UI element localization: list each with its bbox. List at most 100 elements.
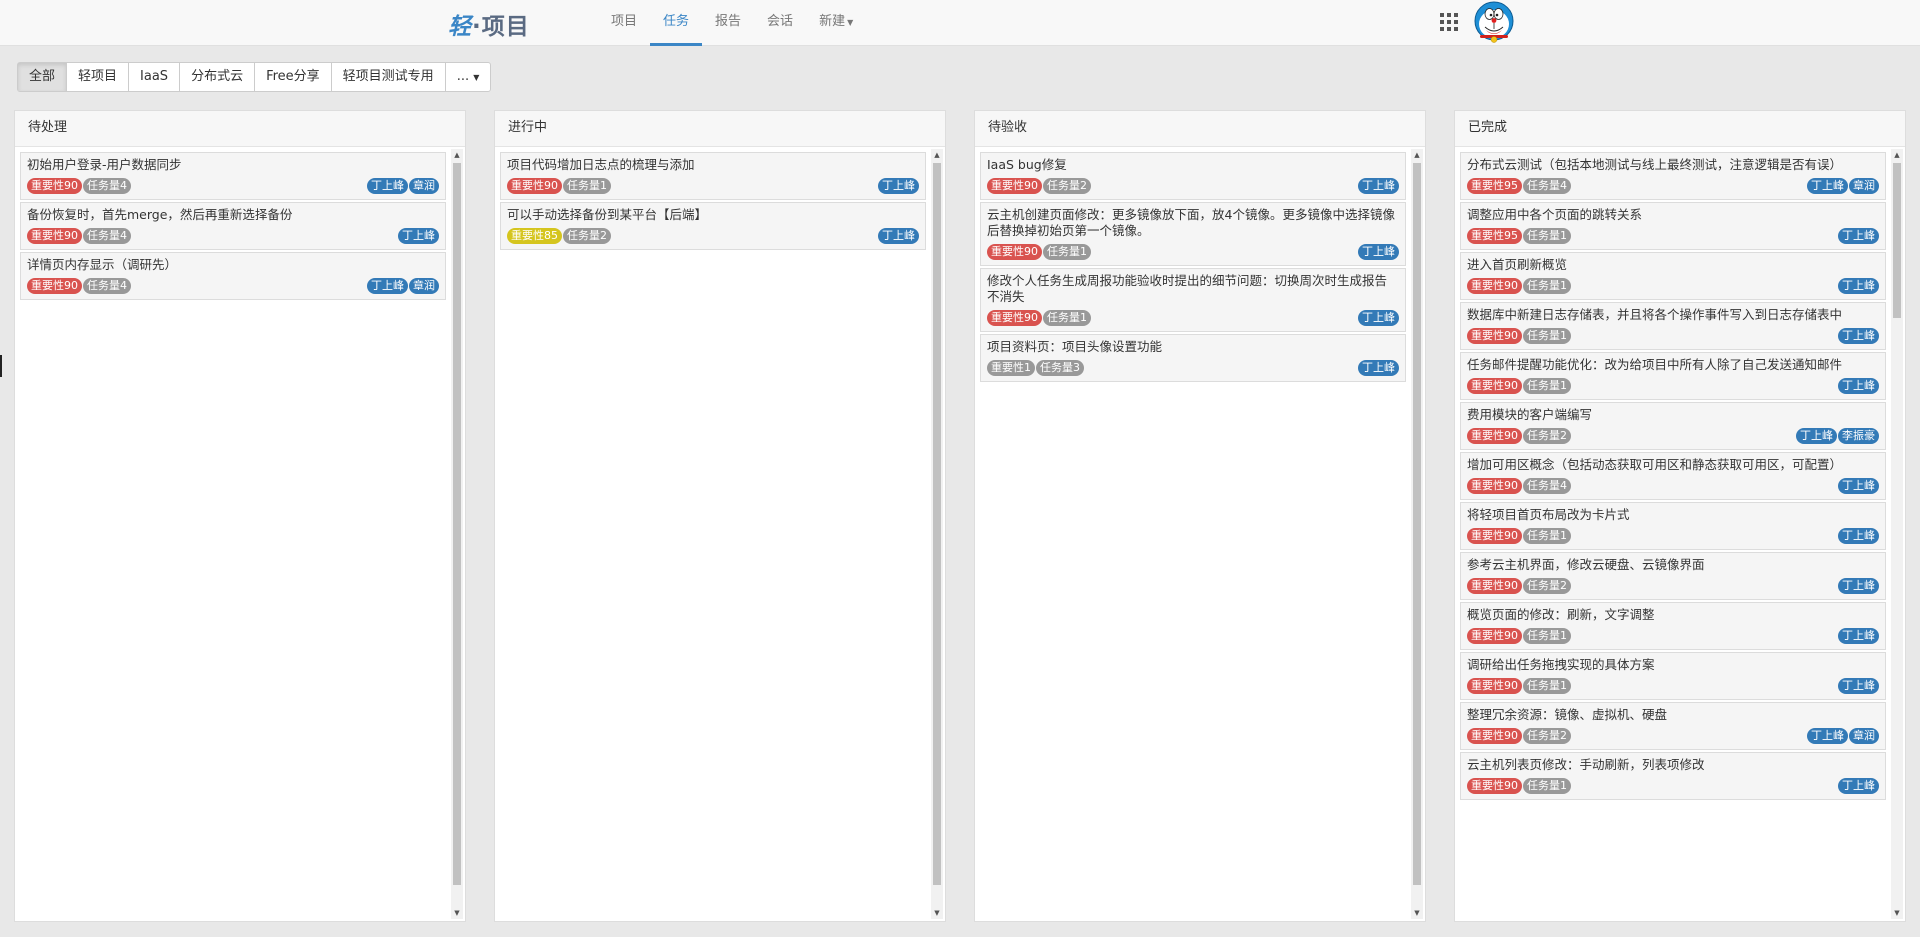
- task-title[interactable]: IaaS bug修复: [987, 157, 1399, 178]
- grid-apps-icon[interactable]: [1440, 13, 1458, 31]
- nav-sessions[interactable]: 会话: [754, 0, 806, 46]
- task-card[interactable]: 分布式云测试（包括本地测试与线上最终测试，注意逻辑是否有误） 重要性95 任务量4 丁…: [1460, 152, 1886, 200]
- assignee-badge[interactable]: 丁上峰: [367, 178, 408, 194]
- scroll-down-arrow-icon[interactable]: ▼: [1411, 907, 1423, 919]
- task-card[interactable]: 项目代码增加日志点的梳理与添加 重要性90 任务量1 丁上峰: [500, 152, 926, 200]
- assignee-badge[interactable]: 章润: [409, 278, 439, 294]
- filter-all[interactable]: 全部: [18, 63, 68, 91]
- assignee-badge[interactable]: 丁上峰: [1838, 528, 1879, 544]
- task-card[interactable]: 云主机创建页面修改：更多镜像放下面，放4个镜像。更多镜像中选择镜像后替换掉初始页…: [980, 202, 1406, 266]
- assignee-badge[interactable]: 丁上峰: [1358, 178, 1399, 194]
- task-title[interactable]: 初始用户登录-用户数据同步: [27, 157, 439, 178]
- scroll-thumb[interactable]: [1413, 163, 1421, 885]
- filter-free-share[interactable]: Free分享: [255, 63, 332, 91]
- assignee-badge[interactable]: 章润: [1849, 728, 1879, 744]
- task-title[interactable]: 详情页内存显示（调研先）: [27, 257, 439, 278]
- task-title[interactable]: 进入首页刷新概览: [1467, 257, 1879, 278]
- assignee-badge[interactable]: 丁上峰: [1807, 728, 1848, 744]
- assignee-badge[interactable]: 丁上峰: [1838, 478, 1879, 494]
- assignee-badge[interactable]: 丁上峰: [1838, 678, 1879, 694]
- task-title[interactable]: 参考云主机界面，修改云硬盘、云镜像界面: [1467, 557, 1879, 578]
- task-card[interactable]: 数据库中新建日志存储表，并且将各个操作事件写入到日志存储表中 重要性90 任务量1 丁…: [1460, 302, 1886, 350]
- task-title[interactable]: 调整应用中各个页面的跳转关系: [1467, 207, 1879, 228]
- task-card[interactable]: 修改个人任务生成周报功能验收时提出的细节问题：切换周次时生成报告不消失 重要性90…: [980, 268, 1406, 332]
- task-title[interactable]: 项目代码增加日志点的梳理与添加: [507, 157, 919, 178]
- scroll-thumb[interactable]: [453, 163, 461, 885]
- task-title[interactable]: 修改个人任务生成周报功能验收时提出的细节问题：切换周次时生成报告不消失: [987, 273, 1399, 310]
- assignee-badge[interactable]: 章润: [1849, 178, 1879, 194]
- assignee-badge[interactable]: 李振豪: [1838, 428, 1879, 444]
- nav-new-dropdown[interactable]: 新建 ▼: [806, 0, 866, 46]
- filter-test-project[interactable]: 轻项目测试专用: [332, 63, 446, 91]
- task-title[interactable]: 可以手动选择备份到某平台【后端】: [507, 207, 919, 228]
- column-card-list[interactable]: 分布式云测试（包括本地测试与线上最终测试，注意逻辑是否有误） 重要性95 任务量4 丁…: [1455, 147, 1905, 921]
- scroll-up-arrow-icon[interactable]: ▲: [931, 149, 943, 161]
- task-card[interactable]: 增加可用区概念（包括动态获取可用区和静态获取可用区，可配置） 重要性90 任务量4 丁…: [1460, 452, 1886, 500]
- scroll-up-arrow-icon[interactable]: ▲: [451, 149, 463, 161]
- scroll-up-arrow-icon[interactable]: ▲: [1411, 149, 1423, 161]
- assignee-badge[interactable]: 丁上峰: [1838, 278, 1879, 294]
- task-card[interactable]: 云主机列表页修改：手动刷新，列表项修改 重要性90 任务量1 丁上峰: [1460, 752, 1886, 800]
- assignee-badge[interactable]: 丁上峰: [1838, 328, 1879, 344]
- scroll-thumb[interactable]: [933, 163, 941, 885]
- assignee-badge[interactable]: 章润: [409, 178, 439, 194]
- task-title[interactable]: 云主机创建页面修改：更多镜像放下面，放4个镜像。更多镜像中选择镜像后替换掉初始页…: [987, 207, 1399, 244]
- filter-light-project[interactable]: 轻项目: [67, 63, 130, 91]
- assignee-badge[interactable]: 丁上峰: [1358, 310, 1399, 326]
- filter-more-dropdown[interactable]: ... ▼: [446, 63, 491, 91]
- nav-projects[interactable]: 项目: [598, 0, 650, 46]
- assignee-badge[interactable]: 丁上峰: [878, 178, 919, 194]
- assignee-badge[interactable]: 丁上峰: [1358, 360, 1399, 376]
- task-card[interactable]: 初始用户登录-用户数据同步 重要性90 任务量4 丁上峰 章润: [20, 152, 446, 200]
- task-title[interactable]: 分布式云测试（包括本地测试与线上最终测试，注意逻辑是否有误）: [1467, 157, 1879, 178]
- task-title[interactable]: 云主机列表页修改：手动刷新，列表项修改: [1467, 757, 1879, 778]
- task-title[interactable]: 任务邮件提醒功能优化：改为给项目中所有人除了自己发送通知邮件: [1467, 357, 1879, 378]
- assignee-badge[interactable]: 丁上峰: [1838, 628, 1879, 644]
- task-title[interactable]: 调研给出任务拖拽实现的具体方案: [1467, 657, 1879, 678]
- scroll-down-arrow-icon[interactable]: ▼: [451, 907, 463, 919]
- task-card[interactable]: 参考云主机界面，修改云硬盘、云镜像界面 重要性90 任务量2 丁上峰: [1460, 552, 1886, 600]
- scroll-up-arrow-icon[interactable]: ▲: [1891, 149, 1903, 161]
- task-title[interactable]: 备份恢复时，首先merge，然后再重新选择备份: [27, 207, 439, 228]
- task-card[interactable]: 费用模块的客户端编写 重要性90 任务量2 丁上峰 李振豪: [1460, 402, 1886, 450]
- assignee-badge[interactable]: 丁上峰: [1358, 244, 1399, 260]
- scroll-down-arrow-icon[interactable]: ▼: [931, 907, 943, 919]
- task-title[interactable]: 增加可用区概念（包括动态获取可用区和静态获取可用区，可配置）: [1467, 457, 1879, 478]
- task-title[interactable]: 整理冗余资源：镜像、虚拟机、硬盘: [1467, 707, 1879, 728]
- task-card[interactable]: 项目资料页：项目头像设置功能 重要性1 任务量3 丁上峰: [980, 334, 1406, 382]
- nav-tasks[interactable]: 任务: [650, 0, 703, 46]
- filter-distributed-cloud[interactable]: 分布式云: [180, 63, 256, 91]
- assignee-badge[interactable]: 丁上峰: [1838, 228, 1879, 244]
- assignee-badge[interactable]: 丁上峰: [1838, 778, 1879, 794]
- assignee-badge[interactable]: 丁上峰: [398, 228, 439, 244]
- assignee-badge[interactable]: 丁上峰: [1838, 378, 1879, 394]
- column-scrollbar[interactable]: ▲ ▼: [931, 149, 943, 919]
- column-scrollbar[interactable]: ▲ ▼: [1411, 149, 1423, 919]
- column-card-list[interactable]: IaaS bug修复 重要性90 任务量2 丁上峰云主机创建页面修改：更多镜像放下面，…: [975, 147, 1425, 921]
- assignee-badge[interactable]: 丁上峰: [1838, 578, 1879, 594]
- assignee-badge[interactable]: 丁上峰: [367, 278, 408, 294]
- task-card[interactable]: IaaS bug修复 重要性90 任务量2 丁上峰: [980, 152, 1406, 200]
- task-card[interactable]: 任务邮件提醒功能优化：改为给项目中所有人除了自己发送通知邮件 重要性90 任务量1 丁…: [1460, 352, 1886, 400]
- task-card[interactable]: 可以手动选择备份到某平台【后端】 重要性85 任务量2 丁上峰: [500, 202, 926, 250]
- task-card[interactable]: 调整应用中各个页面的跳转关系 重要性95 任务量1 丁上峰: [1460, 202, 1886, 250]
- task-card[interactable]: 将轻项目首页布局改为卡片式 重要性90 任务量1 丁上峰: [1460, 502, 1886, 550]
- task-card[interactable]: 整理冗余资源：镜像、虚拟机、硬盘 重要性90 任务量2 丁上峰 章润: [1460, 702, 1886, 750]
- task-card[interactable]: 备份恢复时，首先merge，然后再重新选择备份 重要性90 任务量4 丁上峰: [20, 202, 446, 250]
- task-card[interactable]: 调研给出任务拖拽实现的具体方案 重要性90 任务量1 丁上峰: [1460, 652, 1886, 700]
- task-title[interactable]: 数据库中新建日志存储表，并且将各个操作事件写入到日志存储表中: [1467, 307, 1879, 328]
- column-card-list[interactable]: 项目代码增加日志点的梳理与添加 重要性90 任务量1 丁上峰 可以手动选择备份到某平台【…: [495, 147, 945, 921]
- column-card-list[interactable]: 初始用户登录-用户数据同步 重要性90 任务量4 丁上峰 章润 备份恢复时，首先merge…: [15, 147, 465, 921]
- task-card[interactable]: 概览页面的修改：刷新，文字调整 重要性90 任务量1 丁上峰: [1460, 602, 1886, 650]
- column-scrollbar[interactable]: ▲ ▼: [1891, 149, 1903, 919]
- task-title[interactable]: 费用模块的客户端编写: [1467, 407, 1879, 428]
- task-title[interactable]: 概览页面的修改：刷新，文字调整: [1467, 607, 1879, 628]
- scroll-thumb[interactable]: [1893, 163, 1901, 318]
- task-title[interactable]: 项目资料页：项目头像设置功能: [987, 339, 1399, 360]
- column-scrollbar[interactable]: ▲ ▼: [451, 149, 463, 919]
- task-card[interactable]: 详情页内存显示（调研先） 重要性90 任务量4 丁上峰 章润: [20, 252, 446, 300]
- task-title[interactable]: 将轻项目首页布局改为卡片式: [1467, 507, 1879, 528]
- assignee-badge[interactable]: 丁上峰: [1796, 428, 1837, 444]
- scroll-down-arrow-icon[interactable]: ▼: [1891, 907, 1903, 919]
- assignee-badge[interactable]: 丁上峰: [1807, 178, 1848, 194]
